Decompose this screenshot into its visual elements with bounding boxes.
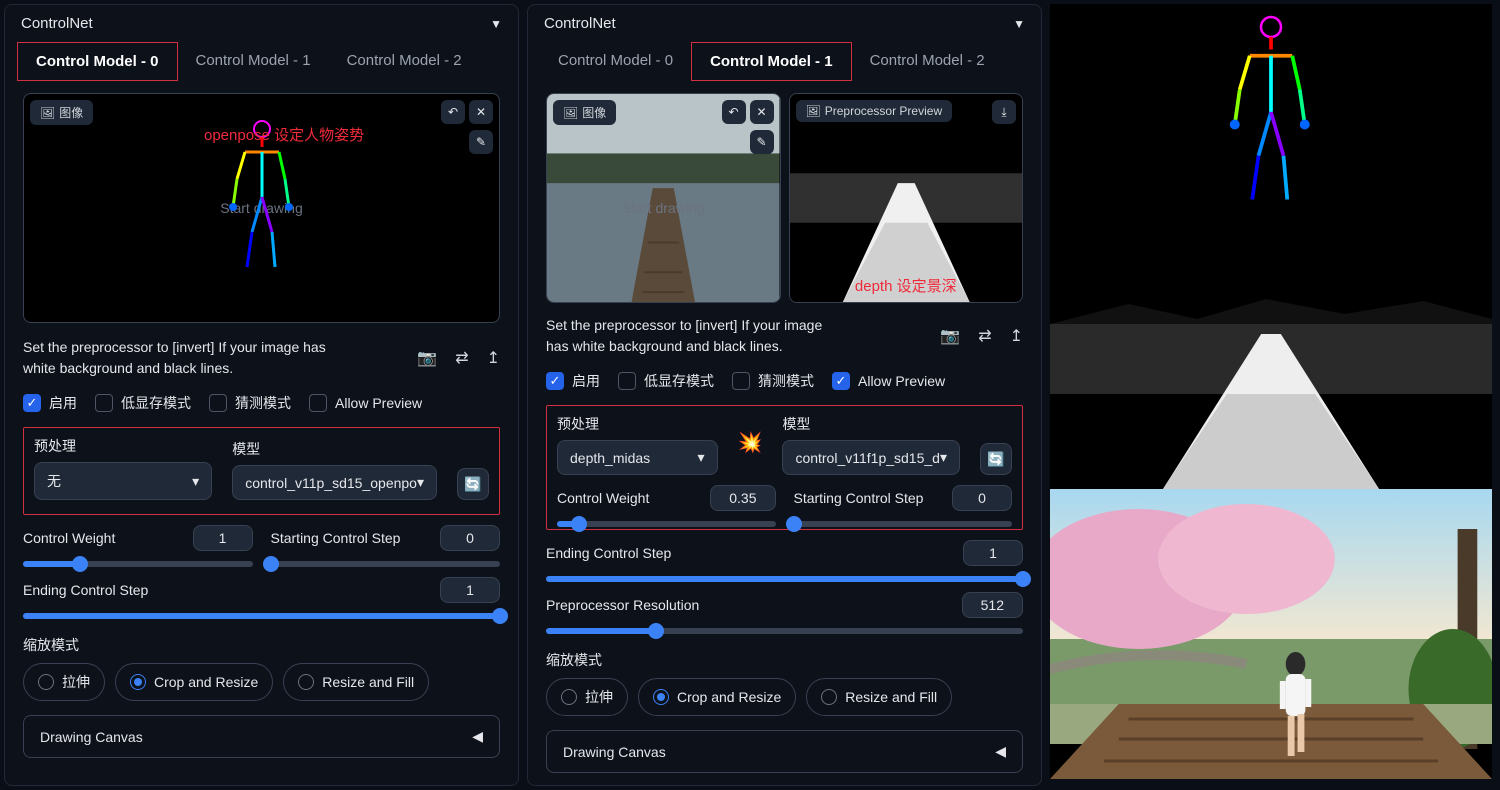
preprocessor-label: 预处理	[557, 414, 718, 434]
refresh-button[interactable]: 🔄	[457, 468, 489, 500]
preprocessor-select[interactable]: 无▾	[34, 462, 212, 500]
swap-icon[interactable]: ⇄	[978, 326, 991, 346]
upload-icon[interactable]: ↥	[1010, 326, 1023, 346]
chevron-down-icon[interactable]: ▼	[490, 17, 502, 31]
chevron-down-icon: ▾	[417, 474, 424, 491]
enable-checkbox[interactable]: ✓启用	[546, 371, 600, 391]
source-image-zone[interactable]: 🖼 图像 ↶ ✕ ✎ Start drawing	[546, 93, 781, 303]
chevron-left-icon: ◀	[995, 743, 1006, 760]
image-tab[interactable]: 🖼 图像	[553, 100, 616, 125]
lowvram-checkbox[interactable]: 低显存模式	[618, 371, 714, 391]
result-preview-column	[1046, 0, 1496, 790]
image-tab[interactable]: 🖼 图像	[30, 100, 93, 125]
resize-mode-label: 缩放模式	[23, 635, 500, 655]
close-icon[interactable]: ✕	[469, 100, 493, 124]
refresh-button[interactable]: 🔄	[980, 443, 1012, 475]
chevron-down-icon: ▾	[698, 449, 705, 466]
preprocessor-label: 预处理	[34, 436, 212, 456]
controlnet-panel-0: ControlNet ▼ Control Model - 0 Control M…	[4, 4, 519, 786]
generated-image	[1050, 489, 1492, 779]
end-step-slider[interactable]: Ending Control Step1	[23, 577, 500, 619]
tab-model-1[interactable]: Control Model - 1	[178, 42, 329, 81]
drawing-canvas-accordion[interactable]: Drawing Canvas ◀	[23, 715, 500, 758]
drawing-canvas-accordion[interactable]: Drawing Canvas ◀	[546, 730, 1023, 773]
chevron-left-icon: ◀	[472, 728, 483, 745]
tab-model-2[interactable]: Control Model - 2	[852, 42, 1003, 81]
control-weight-slider[interactable]: Control Weight0.35	[557, 485, 776, 527]
upload-icon[interactable]: ↥	[487, 348, 500, 368]
tab-model-2[interactable]: Control Model - 2	[329, 42, 480, 81]
resize-mode-label: 缩放模式	[546, 650, 1023, 670]
options-row: ✓启用 低显存模式 猜测模式 ✓Allow Preview	[546, 371, 1023, 391]
invert-hint: Set the preprocessor to [invert] If your…	[546, 315, 846, 357]
annotation-openpose: openpose 设定人物姿势	[204, 124, 364, 145]
model-select[interactable]: control_v11p_sd15_openpo▾	[232, 465, 437, 500]
camera-icon[interactable]: 📷	[940, 326, 960, 346]
annotation-depth: depth 设定景深	[855, 275, 957, 296]
guess-checkbox[interactable]: 猜测模式	[209, 393, 291, 413]
pen-icon[interactable]: ✎	[750, 130, 774, 154]
preproc-preview-tab[interactable]: 🖼 Preprocessor Preview	[796, 100, 953, 122]
start-step-slider[interactable]: Starting Control Step0	[271, 525, 501, 567]
model-label: 模型	[232, 439, 437, 459]
openpose-result	[1050, 4, 1492, 229]
allowpreview-checkbox[interactable]: ✓Allow Preview	[832, 372, 945, 390]
pen-icon[interactable]: ✎	[469, 130, 493, 154]
chevron-down-icon: ▾	[192, 473, 199, 490]
enable-checkbox[interactable]: ✓启用	[23, 393, 77, 413]
options-row: ✓启用 低显存模式 猜测模式 Allow Preview	[23, 393, 500, 413]
end-step-slider[interactable]: Ending Control Step1	[546, 540, 1023, 582]
model-tabs: Control Model - 0 Control Model - 1 Cont…	[5, 42, 518, 81]
lowvram-checkbox[interactable]: 低显存模式	[95, 393, 191, 413]
download-icon[interactable]: ⤓	[992, 100, 1016, 124]
preproc-res-slider[interactable]: Preprocessor Resolution512	[546, 592, 1023, 634]
chevron-down-icon: ▾	[940, 449, 947, 466]
preprocessor-preview-zone[interactable]: 🖼 Preprocessor Preview ⤓ depth 设定景深	[789, 93, 1024, 303]
start-step-slider[interactable]: Starting Control Step0	[794, 485, 1013, 527]
panel-title: ControlNet	[21, 15, 93, 32]
preprocessor-select[interactable]: depth_midas▾	[557, 440, 718, 475]
swap-icon[interactable]: ⇄	[455, 348, 468, 368]
close-icon[interactable]: ✕	[750, 100, 774, 124]
control-weight-slider[interactable]: Control Weight1	[23, 525, 253, 567]
panel-header[interactable]: ControlNet ▼	[528, 5, 1041, 42]
explode-icon[interactable]: 💥	[738, 430, 763, 455]
tab-model-0[interactable]: Control Model - 0	[540, 42, 691, 81]
model-label: 模型	[782, 414, 960, 434]
undo-icon[interactable]: ↶	[722, 100, 746, 124]
undo-icon[interactable]: ↶	[441, 100, 465, 124]
resize-stretch[interactable]: 拉伸	[23, 663, 105, 701]
resize-crop[interactable]: Crop and Resize	[115, 663, 273, 701]
tab-model-1[interactable]: Control Model - 1	[691, 42, 852, 81]
resize-stretch[interactable]: 拉伸	[546, 678, 628, 716]
resize-fill[interactable]: Resize and Fill	[806, 678, 952, 716]
panel-title: ControlNet	[544, 15, 616, 32]
panel-header[interactable]: ControlNet ▼	[5, 5, 518, 42]
camera-icon[interactable]: 📷	[417, 348, 437, 368]
allowpreview-checkbox[interactable]: Allow Preview	[309, 394, 422, 412]
model-tabs: Control Model - 0 Control Model - 1 Cont…	[528, 42, 1041, 81]
canvas-placeholder: Start drawing	[622, 200, 704, 216]
depth-result	[1050, 229, 1492, 489]
lake-dock-image	[547, 94, 780, 302]
resize-crop[interactable]: Crop and Resize	[638, 678, 796, 716]
invert-hint: Set the preprocessor to [invert] If your…	[23, 337, 343, 379]
guess-checkbox[interactable]: 猜测模式	[732, 371, 814, 391]
controlnet-panel-1: ControlNet ▼ Control Model - 0 Control M…	[527, 4, 1042, 786]
resize-fill[interactable]: Resize and Fill	[283, 663, 429, 701]
depth-map-image	[790, 94, 1023, 302]
chevron-down-icon[interactable]: ▼	[1013, 17, 1025, 31]
image-drop-zone[interactable]: 🖼 图像 ↶ ✕ ✎ openpose 设定人物姿势 Start drawing	[23, 93, 500, 323]
model-select[interactable]: control_v11f1p_sd15_d▾	[782, 440, 960, 475]
tab-model-0[interactable]: Control Model - 0	[17, 42, 178, 81]
